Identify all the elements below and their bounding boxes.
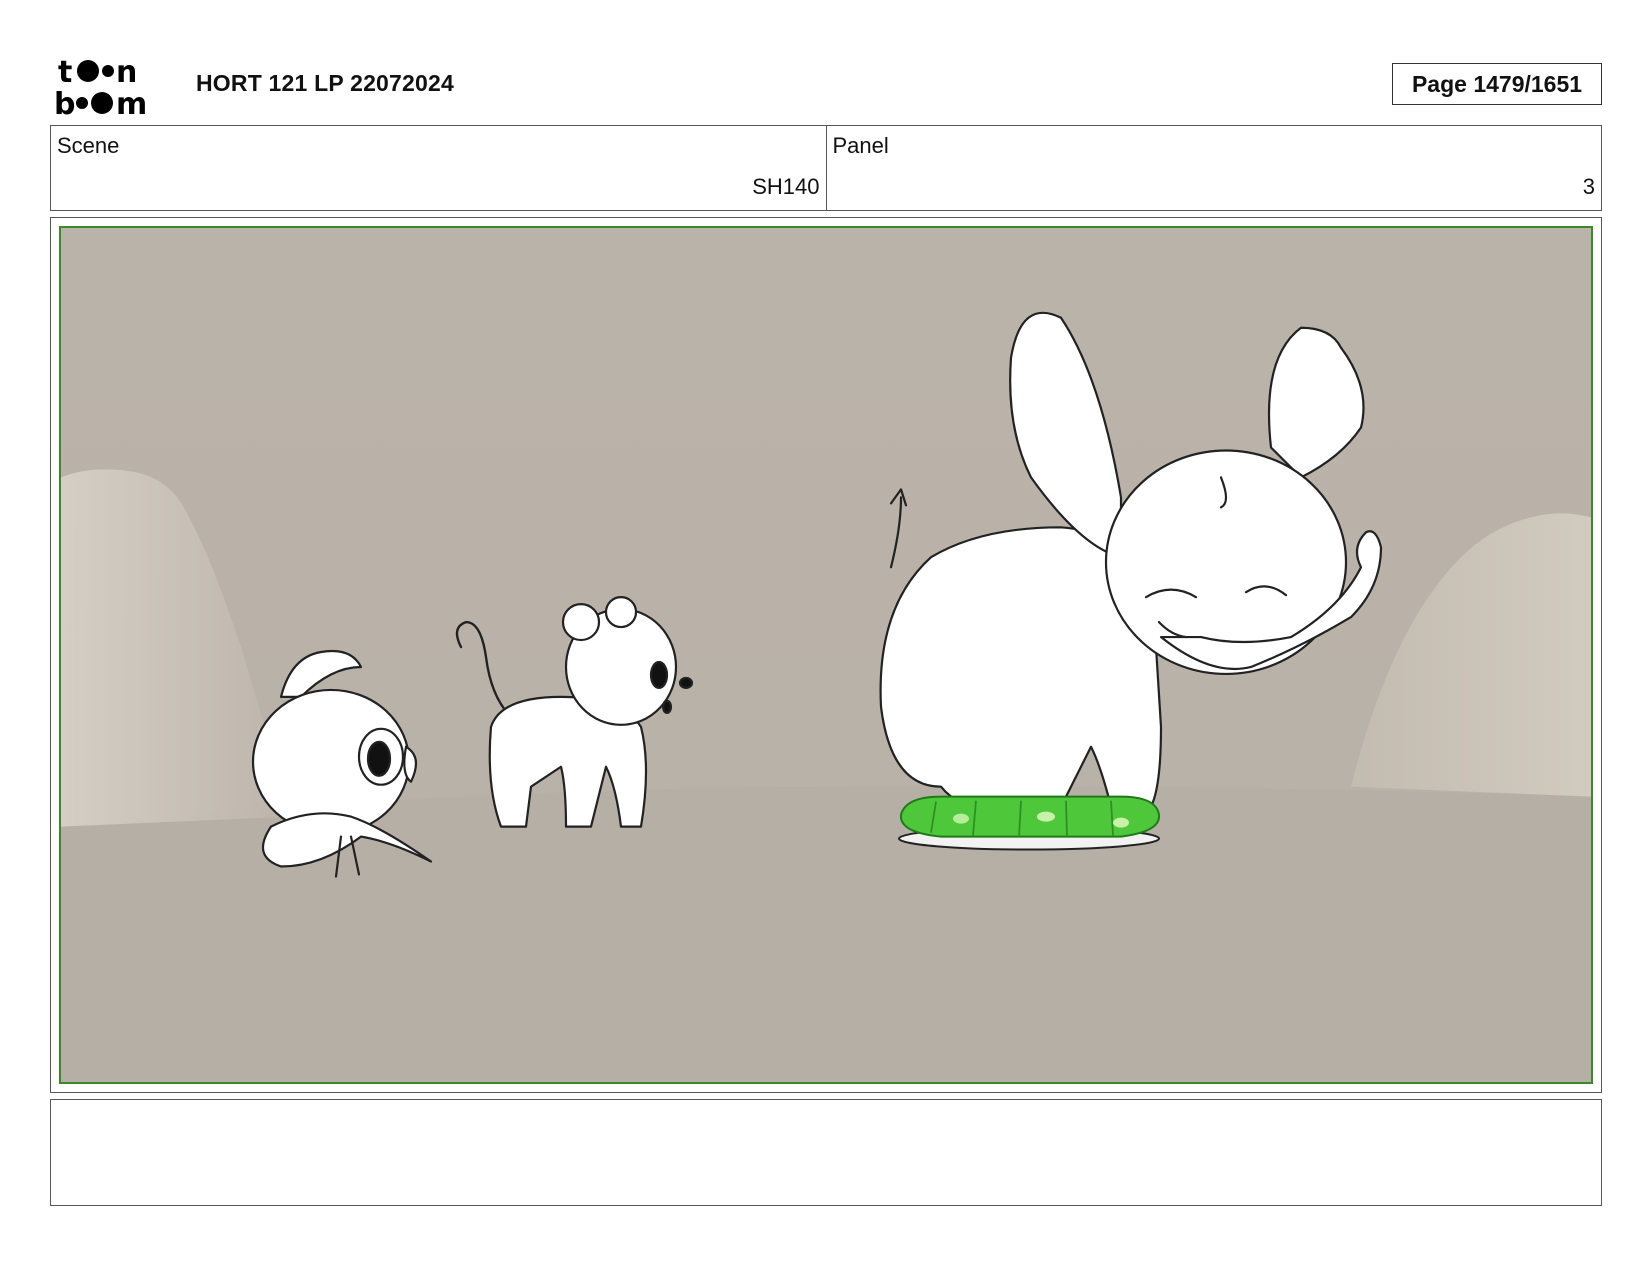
storyboard-panel-frame [50,217,1602,1093]
scene-cell: Scene SH140 [51,126,826,210]
storyboard-drawing [61,228,1591,1082]
storyboard-panel-image [59,226,1593,1084]
panel-cell: Panel 3 [825,126,1602,210]
svg-text:t: t [58,55,72,90]
toonboom-logo: t n b m [52,52,172,122]
svg-text:n: n [116,55,137,90]
scene-value: SH140 [752,174,820,199]
document-title: HORT 121 LP 22072024 [196,70,455,96]
panel-label: Panel [832,133,889,158]
info-row: Scene SH140 Panel 3 [50,125,1602,211]
panel-value: 3 [1582,174,1595,199]
svg-text:b: b [54,87,75,116]
notes-box [50,1099,1602,1206]
green-cushion [898,795,1161,851]
page-indicator: Page 1479/1651 [1392,63,1602,105]
scene-label: Scene [57,133,120,158]
svg-text:m: m [116,87,147,116]
